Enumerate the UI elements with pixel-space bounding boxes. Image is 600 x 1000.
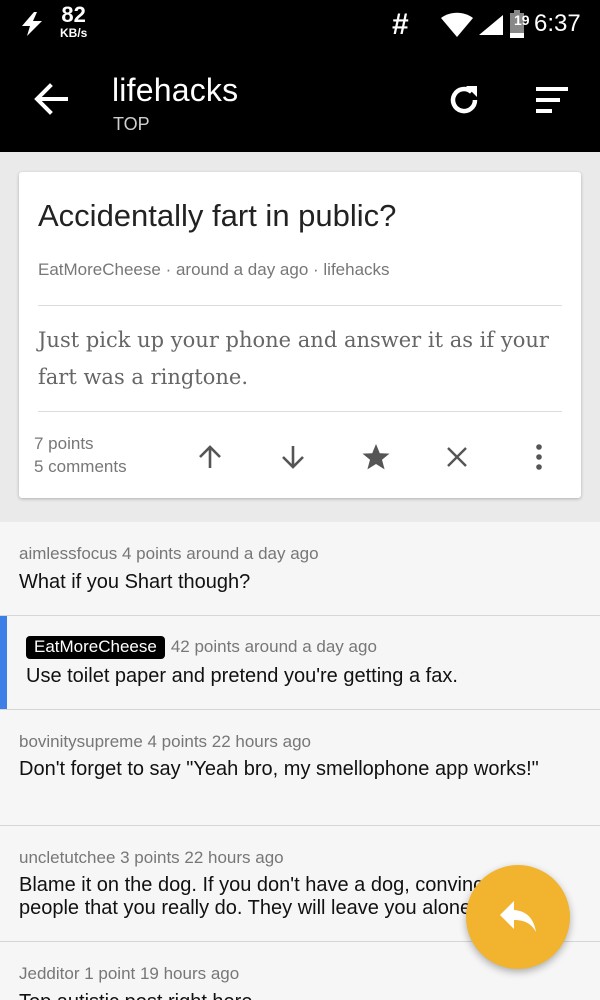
signal-icon [479, 15, 503, 35]
downvote-button[interactable] [276, 440, 310, 474]
flash-icon [22, 12, 42, 36]
comment-meta: EatMoreCheese 42 points around a day ago [26, 636, 377, 659]
comment-text: Top autistic post right here [19, 991, 559, 1000]
comment-meta: aimlessfocus 4 points around a day ago [19, 544, 319, 563]
network-speed-unit: KB/s [60, 26, 88, 40]
divider [38, 411, 562, 412]
op-accent-bar [0, 616, 7, 709]
more-vert-icon [536, 444, 542, 470]
upvote-icon [199, 445, 221, 468]
back-arrow-icon[interactable] [30, 78, 72, 120]
comment-meta: Jedditor 1 point 19 hours ago [19, 964, 240, 983]
hash-indicator: # [392, 8, 409, 41]
sort-icon[interactable] [532, 80, 572, 120]
comment-text: Use toilet paper and pretend you're gett… [26, 665, 458, 687]
op-author-badge: EatMoreCheese [26, 636, 165, 659]
reply-icon [500, 901, 536, 932]
comment-meta: bovinitysupreme 4 points 22 hours ago [19, 732, 312, 751]
page-title: lifehacks [112, 72, 239, 108]
comment-text: What if you Shart though? [19, 571, 251, 593]
comment-meta-text: 42 points around a day ago [170, 637, 377, 656]
post-points: 7 points [34, 434, 94, 453]
app-bar: lifehacks TOP [0, 50, 600, 152]
star-icon [362, 444, 390, 470]
comment[interactable]: aimlessfocus 4 points around a day ago W… [0, 522, 600, 616]
comment-meta: uncletutchee 3 points 22 hours ago [19, 848, 284, 867]
post-comment-count[interactable]: 5 comments [34, 457, 127, 477]
reply-fab-button[interactable] [466, 865, 570, 969]
network-speed: 82 KB/s [60, 2, 88, 40]
post-card[interactable]: Accidentally fart in public? EatMoreChee… [19, 172, 581, 498]
upvote-button[interactable] [193, 440, 227, 474]
battery-level: 19 [514, 12, 530, 28]
save-button[interactable] [359, 440, 393, 474]
network-speed-value: 82 [61, 2, 86, 27]
comment-text: Don't forget to say "Yeah bro, my smello… [19, 758, 539, 780]
comment[interactable]: EatMoreCheese 42 points around a day ago … [0, 616, 600, 710]
sort-mode-label: TOP [113, 114, 150, 134]
clock: 6:37 [534, 10, 581, 37]
hide-button[interactable] [440, 440, 474, 474]
more-options-button[interactable] [522, 440, 556, 474]
post-meta: EatMoreCheese · around a day ago · lifeh… [38, 260, 390, 279]
post-body: Just pick up your phone and answer it as… [38, 328, 549, 389]
comment[interactable]: bovinitysupreme 4 points 22 hours ago Do… [0, 710, 600, 826]
wifi-icon [441, 12, 473, 37]
downvote-icon [282, 446, 304, 469]
refresh-icon[interactable] [444, 80, 484, 120]
status-bar: 82 KB/s # 19 6:37 [0, 0, 600, 50]
post-title: Accidentally fart in public? [38, 198, 397, 233]
divider [38, 305, 562, 306]
close-icon [447, 447, 467, 467]
